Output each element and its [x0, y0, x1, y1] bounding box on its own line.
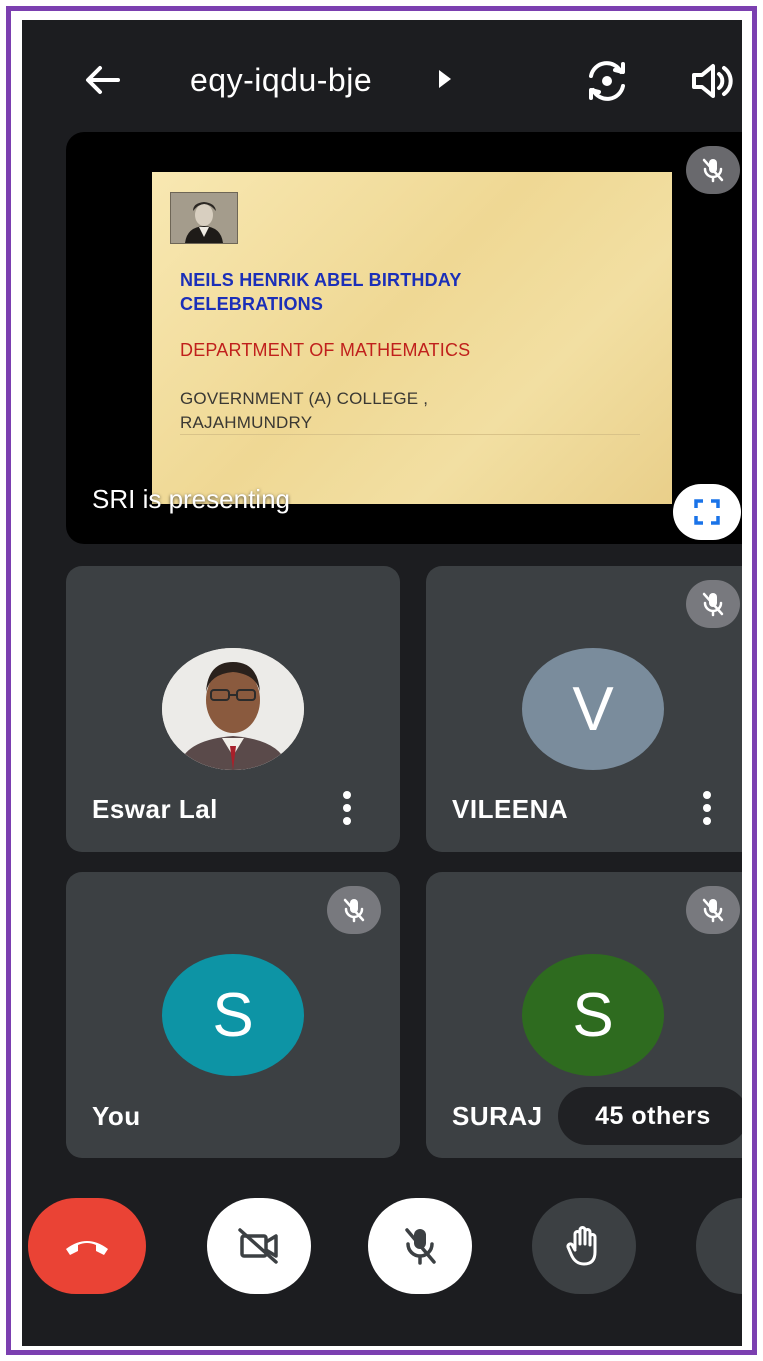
caret-right-icon[interactable]	[437, 68, 453, 90]
avatar: V	[522, 648, 664, 770]
microphone-toggle-button[interactable]	[368, 1198, 472, 1294]
slide-divider	[180, 434, 640, 435]
slide-department: DEPARTMENT OF MATHEMATICS	[180, 340, 471, 360]
presentation-slide: NEILS HENRIK ABEL BIRTHDAY CELEBRATIONS …	[152, 172, 672, 504]
muted-badge	[686, 146, 740, 194]
more-controls-button[interactable]	[696, 1198, 742, 1294]
participant-tile[interactable]: V VILEENA	[426, 566, 742, 852]
mic-off-icon	[343, 898, 365, 923]
participant-name: Eswar Lal	[92, 794, 218, 824]
avatar	[162, 648, 304, 770]
presentation-tile[interactable]: NEILS HENRIK ABEL BIRTHDAY CELEBRATIONS …	[66, 132, 742, 544]
end-call-button[interactable]	[28, 1198, 146, 1294]
avatar: S	[522, 954, 664, 1076]
arrow-left-icon	[86, 66, 120, 94]
more-options-button[interactable]	[337, 788, 357, 828]
participant-tile[interactable]: S You	[66, 872, 400, 1158]
more-options-button[interactable]	[697, 788, 717, 828]
participant-name: You	[92, 1101, 141, 1131]
muted-badge	[327, 886, 381, 934]
meeting-code[interactable]: eqy-iqdu-bje	[190, 58, 372, 102]
mic-off-icon	[702, 898, 724, 923]
hang-up-icon	[66, 1241, 108, 1255]
mic-off-icon	[405, 1228, 436, 1265]
mic-off-icon	[702, 158, 724, 183]
participant-name: SURAJ	[452, 1101, 543, 1131]
video-off-icon	[238, 1228, 278, 1264]
switch-camera-button[interactable]	[582, 56, 632, 106]
more-vert-icon	[703, 791, 711, 825]
slide-college: GOVERNMENT (A) COLLEGE , RAJAHMUNDRY	[180, 389, 429, 432]
muted-badge	[686, 886, 740, 934]
hand-icon	[566, 1226, 597, 1266]
participant-tile[interactable]: Eswar Lal	[66, 566, 400, 852]
speaker-button[interactable]	[689, 58, 735, 104]
switch-camera-icon	[589, 61, 625, 101]
top-bar: eqy-iqdu-bje	[22, 20, 742, 130]
presenting-label: SRI is presenting	[92, 484, 290, 514]
mic-off-icon	[702, 592, 724, 617]
muted-badge	[686, 580, 740, 628]
more-vert-icon	[343, 791, 351, 825]
meet-screen: eqy-iqdu-bje NEILS HENRIK ABEL BIRTHDAY …	[22, 20, 742, 1346]
camera-toggle-button[interactable]	[207, 1198, 311, 1294]
speaker-icon	[692, 64, 733, 98]
slide-title: NEILS HENRIK ABEL BIRTHDAY CELEBRATIONS	[180, 270, 462, 314]
others-count-button[interactable]: 45 others	[558, 1087, 742, 1145]
participant-name: VILEENA	[452, 794, 569, 824]
fullscreen-icon	[694, 499, 720, 525]
portrait-thumbnail	[170, 192, 238, 244]
raise-hand-button[interactable]	[532, 1198, 636, 1294]
back-button[interactable]	[80, 58, 124, 102]
avatar: S	[162, 954, 304, 1076]
fullscreen-button[interactable]	[673, 484, 741, 540]
